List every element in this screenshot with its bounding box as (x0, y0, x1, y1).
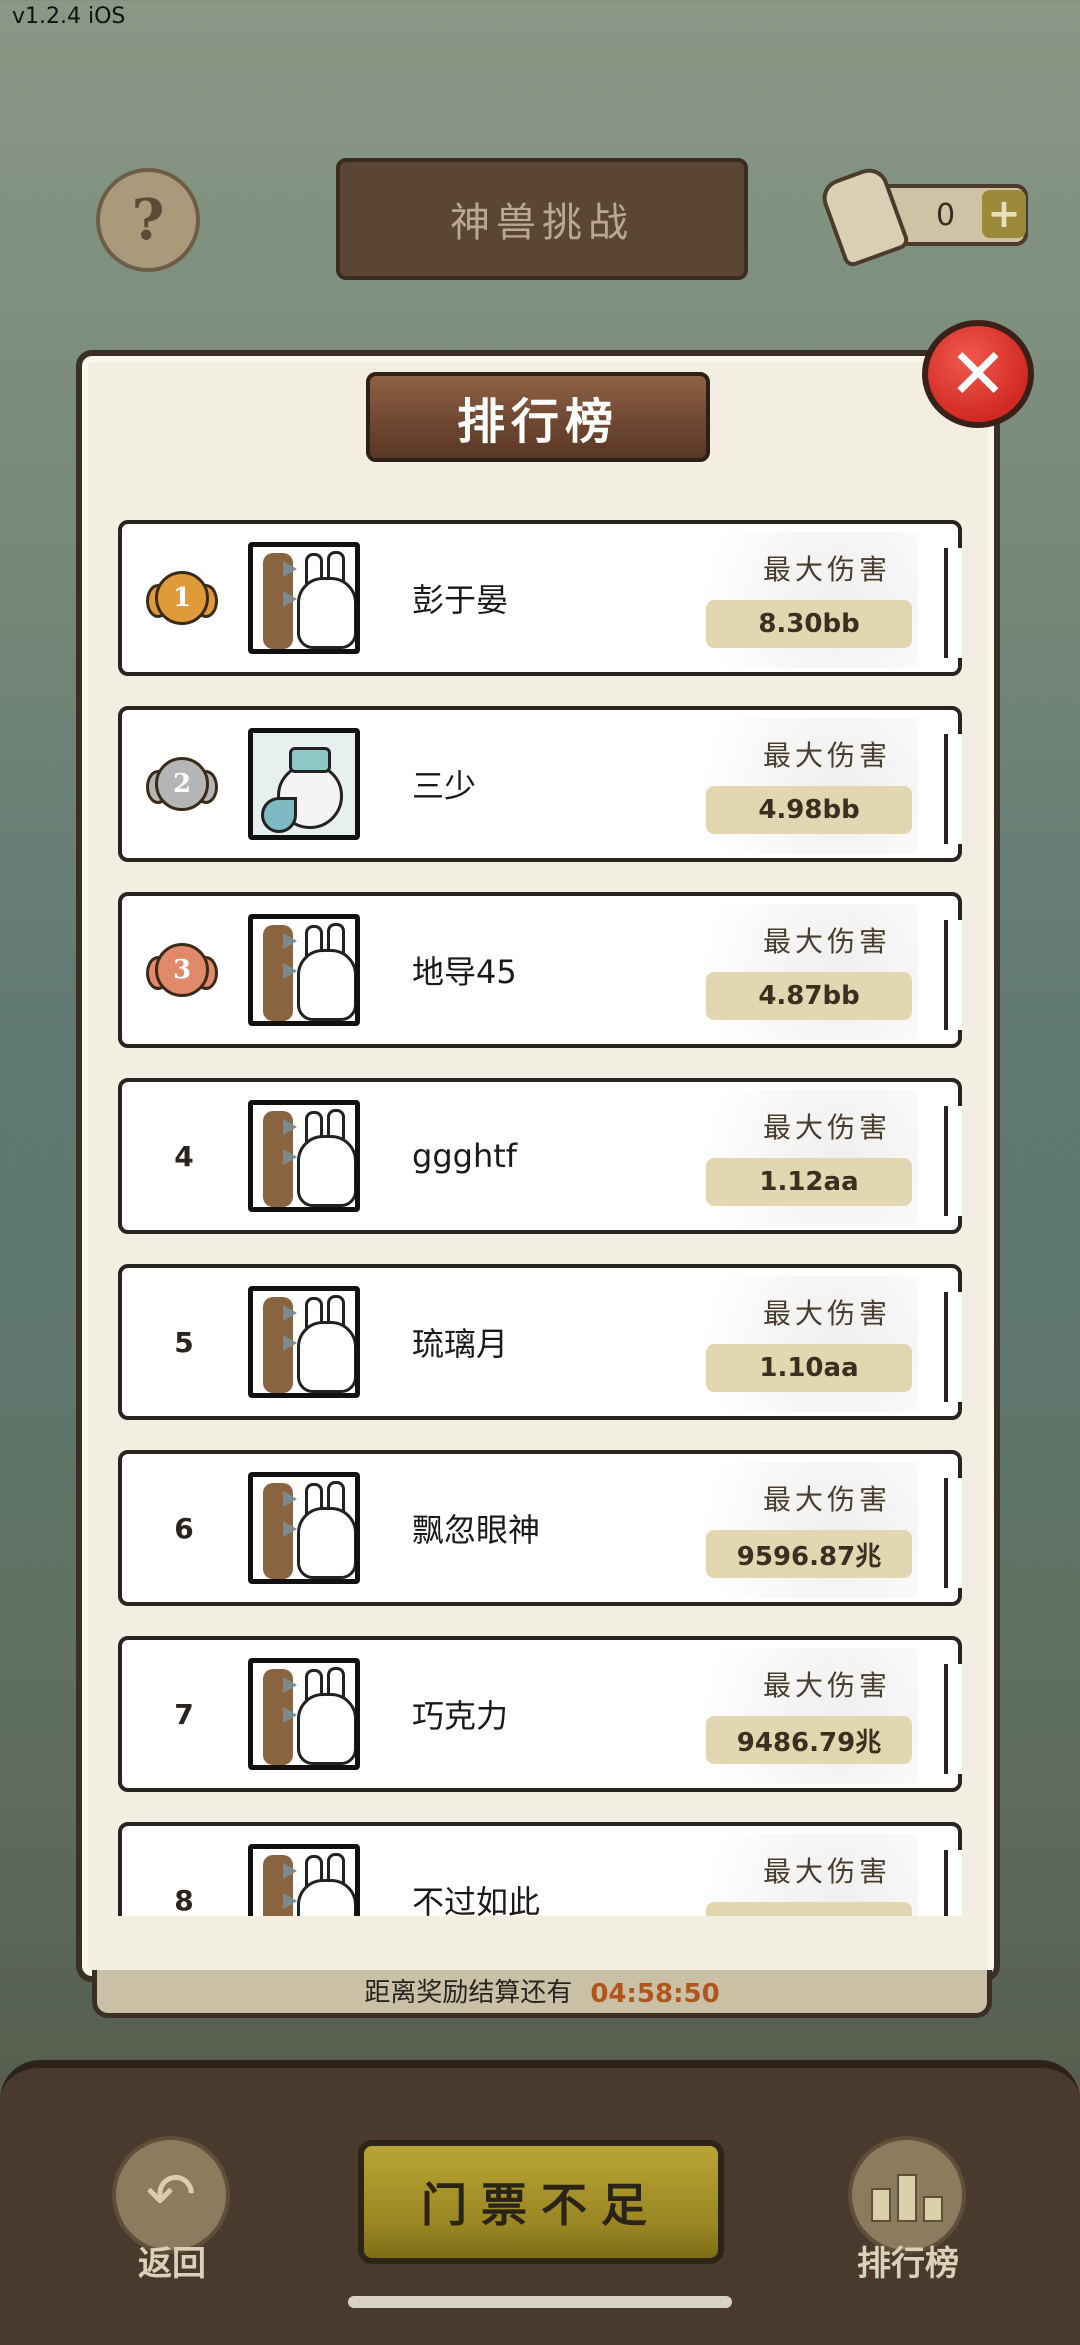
player-name: 琉璃月 (412, 1325, 509, 1363)
rank-number: 7 (174, 1697, 194, 1731)
rank-number: 5 (174, 1325, 194, 1359)
silver-medal-icon: 2 (146, 750, 218, 818)
version-label: v1.2.4 iOS (12, 4, 126, 29)
max-damage-value: 4.98bb (706, 786, 912, 834)
row-edge-decoration (944, 1292, 962, 1402)
player-name: 飘忽眼神 (412, 1511, 541, 1549)
back-label: 返回 (138, 2244, 206, 2284)
add-ticket-button[interactable]: + (982, 190, 1026, 238)
max-damage-label: 最大伤害 (762, 739, 891, 772)
max-damage-value: 1.12aa (706, 1158, 912, 1206)
player-avatar[interactable] (248, 728, 360, 840)
ranking-row[interactable]: 6 飘忽眼神 最大伤害 9596.87兆 (118, 1450, 962, 1606)
player-avatar[interactable] (248, 1472, 360, 1584)
player-avatar[interactable] (248, 914, 360, 1026)
bar-chart-icon (923, 2196, 943, 2222)
timer-label: 距离奖励结算还有 (364, 1978, 573, 2008)
bar-chart-icon (871, 2188, 891, 2222)
player-name: 三少 (412, 767, 477, 805)
player-avatar[interactable] (248, 1286, 360, 1398)
max-damage-label: 最大伤害 (762, 1297, 891, 1330)
gold-medal-icon: 1 (146, 564, 218, 632)
max-damage-label: 最大伤害 (762, 925, 891, 958)
row-edge-decoration (944, 1478, 962, 1588)
max-damage-value: 9486.79兆 (706, 1716, 912, 1764)
ranking-row[interactable]: 8 不过如此 最大伤害 (118, 1822, 962, 1916)
rank-number: 4 (174, 1139, 194, 1173)
event-title: 神兽挑战 (336, 158, 748, 280)
rank-number: 3 (155, 943, 209, 997)
ticket-insufficient-button[interactable]: 门票不足 (358, 2140, 724, 2264)
row-edge-decoration (944, 1664, 962, 1774)
settlement-timer: 距离奖励结算还有 04:58:50 (92, 1970, 992, 2018)
max-damage-value: 8.30bb (706, 600, 912, 648)
max-damage-label: 最大伤害 (762, 1111, 891, 1144)
player-avatar[interactable] (248, 1844, 360, 1916)
rank-number: 2 (155, 757, 209, 811)
rank-number: 8 (174, 1883, 194, 1917)
timer-value: 04:58:50 (590, 1979, 720, 2009)
rank-number: 1 (155, 571, 209, 625)
max-damage-value: 4.87bb (706, 972, 912, 1020)
panel-title: 排行榜 (366, 372, 710, 462)
ticket-count: 0 (936, 197, 956, 233)
ranking-row[interactable]: 5 琉璃月 最大伤害 1.10aa (118, 1264, 962, 1420)
row-edge-decoration (944, 548, 962, 658)
max-damage-label: 最大伤害 (762, 553, 891, 586)
player-name: 不过如此 (412, 1883, 541, 1916)
row-edge-decoration (944, 734, 962, 844)
max-damage-label: 最大伤害 (762, 1855, 891, 1888)
player-avatar[interactable] (248, 542, 360, 654)
player-avatar[interactable] (248, 1658, 360, 1770)
close-button[interactable]: ✕ (922, 320, 1034, 428)
ranking-row[interactable]: 3 地导45 最大伤害 4.87bb (118, 892, 962, 1048)
ranking-list[interactable]: 1 彭于晏 最大伤害 8.30bb 2 三少 最大伤害 4.98bb 3 地导45 最大伤害 4.87… (116, 520, 966, 1916)
ranking-row[interactable]: 2 三少 最大伤害 4.98bb (118, 706, 962, 862)
player-name: 彭于晏 (412, 581, 509, 619)
ranking-row[interactable]: 4 ggghtf 最大伤害 1.12aa (118, 1078, 962, 1234)
max-damage-value: 1.10aa (706, 1344, 912, 1392)
player-name: 地导45 (412, 953, 517, 991)
max-damage-label: 最大伤害 (762, 1483, 891, 1516)
ranking-row[interactable]: 7 巧克力 最大伤害 9486.79兆 (118, 1636, 962, 1792)
row-edge-decoration (944, 920, 962, 1030)
max-damage-value: 9596.87兆 (706, 1530, 912, 1578)
ranking-row[interactable]: 1 彭于晏 最大伤害 8.30bb (118, 520, 962, 676)
leaderboard-label: 排行榜 (857, 2244, 959, 2284)
row-edge-decoration (944, 1106, 962, 1216)
max-damage-label: 最大伤害 (762, 1669, 891, 1702)
back-arrow-icon: ↶ (145, 2160, 197, 2230)
player-avatar[interactable] (248, 1100, 360, 1212)
home-indicator (348, 2296, 732, 2308)
row-edge-decoration (944, 1850, 962, 1916)
player-name: 巧克力 (412, 1697, 509, 1735)
player-name: ggghtf (412, 1137, 518, 1175)
help-button[interactable]: ? (96, 168, 200, 272)
bar-chart-icon (897, 2174, 917, 2222)
bronze-medal-icon: 3 (146, 936, 218, 1004)
rank-number: 6 (174, 1511, 194, 1545)
max-damage-value (706, 1902, 912, 1916)
